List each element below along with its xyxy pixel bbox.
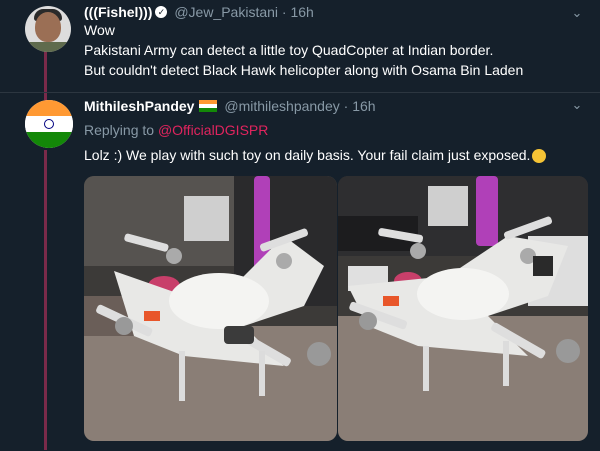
tweet-text-line: But couldn't detect Black Hawk helicopte… [84,62,524,78]
rolling-on-floor-laughing-icon [532,149,547,164]
timestamp[interactable]: 16h [290,4,313,20]
tweet-original[interactable]: (((Fishel))) ✓ @Jew_Pakistani · 16h ⌄ Wow… [0,0,600,92]
user-handle[interactable]: @mithileshpandey [224,98,339,114]
tweet-text: Lolz :) We play with such toy on daily b… [84,145,547,165]
replying-to: Replying to @OfficialDGISPR [84,122,268,138]
replying-label: Replying to [84,122,155,138]
tweet-text: Wow Pakistani Army can detect a little t… [84,20,523,80]
user-handle[interactable]: @Jew_Pakistani [174,4,278,20]
tweet-text-line: Pakistani Army can detect a little toy Q… [84,42,494,58]
tweet-header: (((Fishel))) ✓ @Jew_Pakistani · 16h [84,4,314,20]
timestamp[interactable]: 16h [352,98,375,114]
tweet-text-line: Wow [84,22,115,38]
verified-badge-icon: ✓ [155,6,168,19]
mention-link[interactable]: @OfficialDGISPR [158,122,268,138]
india-flag-icon [199,100,218,113]
chevron-down-icon[interactable]: ⌄ [570,6,584,20]
avatar[interactable] [25,6,71,52]
tweet-text-body: Lolz :) We play with such toy on daily b… [84,147,531,163]
display-name[interactable]: (((Fishel))) [84,4,152,20]
tweet-header: MithileshPandey @mithileshpandey · 16h [84,98,376,114]
avatar[interactable] [25,100,73,148]
display-name[interactable]: MithileshPandey [84,98,194,114]
separator: · [343,98,349,114]
chevron-down-icon[interactable]: ⌄ [570,98,584,112]
separator: · [281,4,287,20]
tweet-media-image[interactable] [338,176,588,441]
tweet-media-image[interactable] [84,176,337,441]
